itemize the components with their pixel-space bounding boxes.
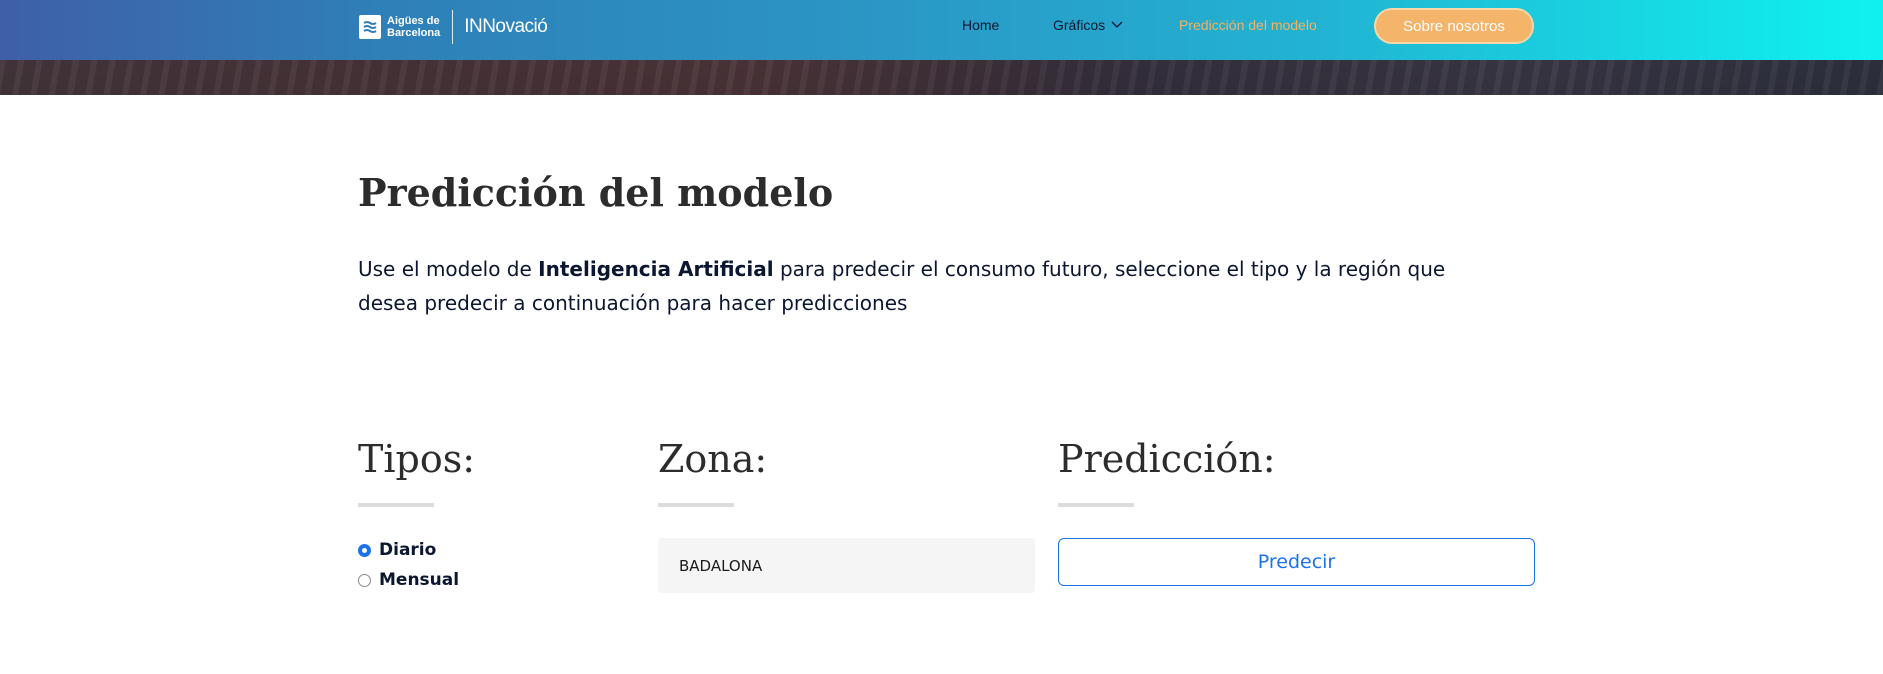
innovacio-wordmark: INNovació	[464, 16, 548, 37]
page-title: Predicción del modelo	[358, 170, 834, 215]
prediccion-heading: Predicción:	[1058, 437, 1276, 481]
tipos-underline	[358, 503, 434, 507]
radio-unchecked-icon[interactable]	[358, 573, 371, 587]
tipos-heading: Tipos:	[358, 437, 476, 481]
logo-divider	[452, 10, 454, 44]
radio-mensual[interactable]: Mensual	[358, 570, 459, 590]
nav-graficos-label: Gráficos	[1053, 17, 1106, 33]
nav-home-link[interactable]: Home	[962, 17, 999, 33]
radio-checked-icon[interactable]	[358, 543, 371, 557]
chevron-down-icon	[1111, 21, 1123, 28]
waves-logo-icon	[359, 15, 381, 39]
intro-text: Use el modelo de Inteligencia Artificial…	[358, 252, 1458, 320]
sobre-nosotros-button[interactable]: Sobre nosotros	[1374, 8, 1534, 44]
nav-prediccion-link[interactable]: Predicción del modelo	[1179, 17, 1317, 33]
intro-bold: Inteligencia Artificial	[538, 257, 774, 281]
brand-logo[interactable]: Aigües de Barcelona INNovació	[359, 10, 548, 44]
radio-mensual-label: Mensual	[379, 570, 460, 590]
radio-diario[interactable]: Diario	[358, 540, 436, 560]
brand-line-2: Barcelona	[387, 27, 441, 39]
top-navbar: Aigües de Barcelona INNovació Home Gráfi…	[0, 0, 1883, 60]
intro-pre: Use el modelo de	[358, 257, 539, 281]
brand-line-1: Aigües de	[387, 15, 440, 27]
zona-underline	[658, 503, 734, 507]
brand-name: Aigües de Barcelona	[387, 15, 440, 39]
zona-select[interactable]: BADALONA	[658, 538, 1035, 593]
predecir-button[interactable]: Predecir	[1058, 538, 1535, 586]
zona-heading: Zona:	[658, 437, 768, 481]
nav-graficos-link[interactable]: Gráficos	[1053, 17, 1123, 33]
prediccion-underline	[1058, 503, 1134, 507]
radio-diario-label: Diario	[379, 540, 437, 560]
